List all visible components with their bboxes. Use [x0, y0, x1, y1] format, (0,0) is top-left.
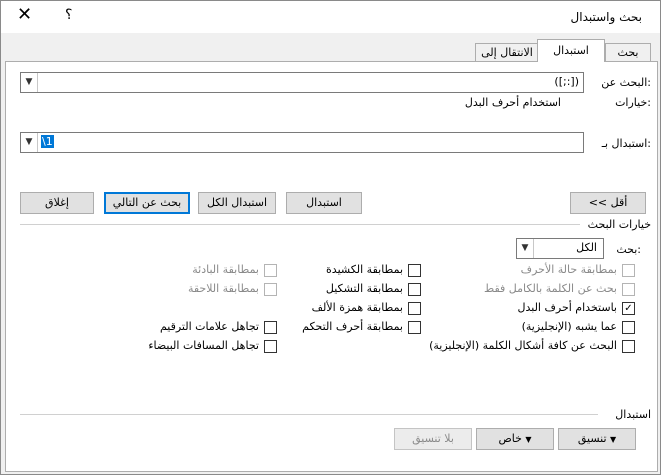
replace-button[interactable]: استبدال: [286, 192, 362, 214]
chevron-down-icon: ▼: [525, 435, 532, 444]
ignore-whitespace-checkbox[interactable]: تجاهل المسافات البيضاء: [147, 339, 277, 355]
check-icon: ✓: [622, 302, 635, 315]
wildcards-checkbox[interactable]: ✓ باستخدام أحرف البدل: [435, 301, 635, 317]
find-next-button[interactable]: بحث عن التالي: [104, 192, 190, 214]
all-word-forms-checkbox[interactable]: البحث عن كافة أشكال الكلمة (الإنجليزية): [425, 339, 635, 355]
alef-hamza-checkbox[interactable]: بمطابقة همزة الألف: [291, 301, 421, 317]
ignore-punctuation-checkbox[interactable]: تجاهل علامات الترقيم: [147, 320, 277, 336]
find-replace-dialog: بحث واستبدال ؟ ✕ بحث استبدال الانتقال إل…: [0, 0, 661, 475]
tab-find[interactable]: بحث: [605, 43, 651, 62]
options-label: خيارات:: [615, 96, 651, 109]
checkbox-box: [622, 264, 635, 277]
format-label: تنسيق: [577, 432, 607, 445]
divider: [20, 414, 598, 415]
kashida-checkbox[interactable]: بمطابقة الكشيدة: [291, 263, 421, 279]
replace-section-title: استبدال: [615, 408, 651, 421]
chevron-down-icon[interactable]: ▼: [21, 133, 38, 152]
find-what-combo[interactable]: ▼ ([;:]): [20, 72, 584, 93]
control-chars-checkbox[interactable]: بمطابقة أحرف التحكم: [291, 320, 421, 336]
whole-words-checkbox[interactable]: بحث عن الكلمة بالكامل فقط: [435, 282, 635, 298]
title-bar: بحث واستبدال ؟ ✕: [1, 1, 660, 33]
format-button[interactable]: تنسيق ▼: [558, 428, 636, 450]
chevron-down-icon[interactable]: ▼: [21, 73, 38, 92]
checkbox-box: [622, 283, 635, 296]
replace-with-value: \1: [41, 135, 54, 148]
search-direction-label: بحث:: [616, 243, 641, 256]
checkbox-box: [408, 321, 421, 334]
tab-strip: بحث استبدال الانتقال إلى: [1, 39, 660, 62]
chevron-down-icon[interactable]: ▼: [517, 239, 534, 258]
no-formatting-button[interactable]: بلا تنسيق: [394, 428, 472, 450]
checkbox-box: [264, 283, 277, 296]
replace-with-combo[interactable]: ▼ \1: [20, 132, 584, 153]
tab-replace[interactable]: استبدال: [537, 39, 605, 62]
find-what-value: ([;:]): [554, 75, 579, 88]
sounds-like-checkbox[interactable]: عما يشبه (الإنجليزية): [435, 320, 635, 336]
special-button[interactable]: خاص ▼: [476, 428, 554, 450]
checkbox-box: [622, 340, 635, 353]
find-what-label: البحث عن:: [601, 76, 651, 89]
diacritics-checkbox[interactable]: بمطابقة التشكيل: [291, 282, 421, 298]
checkbox-box: [622, 321, 635, 334]
options-value: استخدام أحرف البدل: [464, 96, 561, 109]
checkbox-box: [264, 264, 277, 277]
suffix-checkbox[interactable]: بمطابقة اللاحقة: [157, 282, 277, 298]
special-label: خاص: [498, 432, 522, 445]
help-button[interactable]: ؟: [65, 7, 72, 23]
checkbox-box: [264, 340, 277, 353]
checkbox-box: [408, 283, 421, 296]
search-direction-value: الكل: [576, 241, 597, 254]
search-options-title: خيارات البحث: [587, 218, 651, 231]
dialog-title: بحث واستبدال: [570, 10, 642, 24]
less-button[interactable]: << أقل: [570, 192, 646, 214]
chevron-down-icon: ▼: [610, 435, 617, 444]
replace-panel: البحث عن: ▼ ([;:]) خيارات: استخدام أحرف …: [5, 61, 658, 472]
close-button[interactable]: إغلاق: [20, 192, 94, 214]
match-case-checkbox[interactable]: بمطابقة حالة الأحرف: [435, 263, 635, 279]
checkbox-box: [408, 302, 421, 315]
replace-all-button[interactable]: استبدال الكل: [198, 192, 276, 214]
replace-with-label: استبدال بـ:: [601, 137, 651, 150]
checkbox-box: [264, 321, 277, 334]
search-direction-select[interactable]: ▼ الكل: [516, 238, 604, 259]
close-icon[interactable]: ✕: [17, 4, 32, 25]
checkbox-box: [408, 264, 421, 277]
divider: [20, 224, 580, 225]
tab-goto[interactable]: الانتقال إلى: [475, 43, 539, 62]
prefix-checkbox[interactable]: بمطابقة البادئة: [157, 263, 277, 279]
